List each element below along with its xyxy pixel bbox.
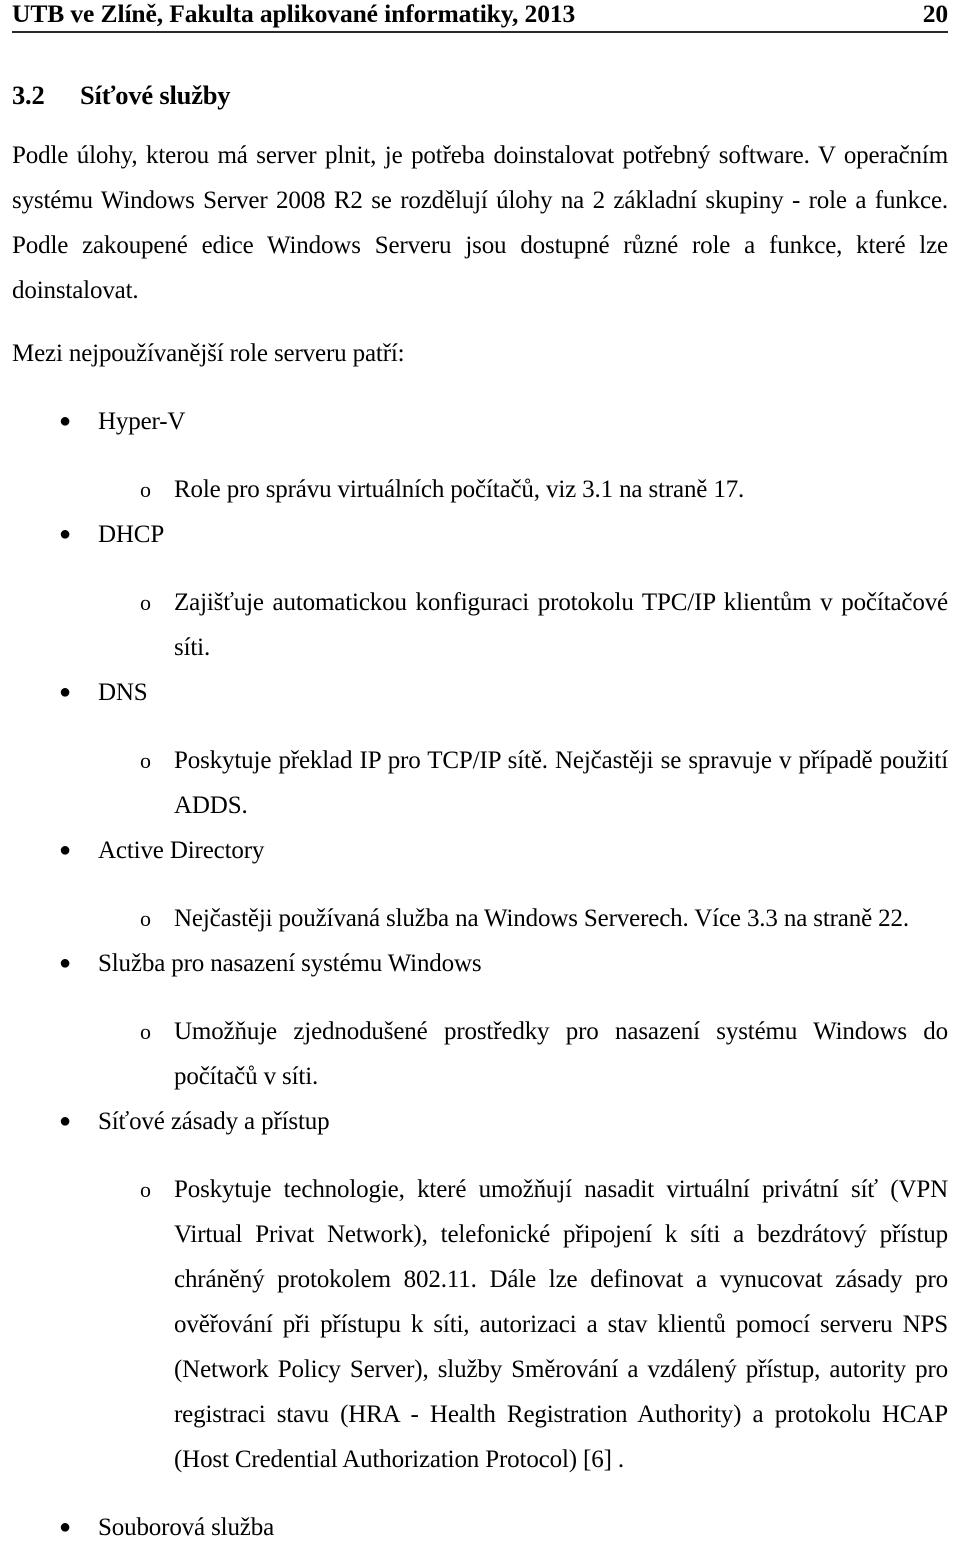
section-title: Síťové služby <box>80 79 231 110</box>
list-item-label: Active Directory <box>98 836 265 864</box>
bullet-icon: ● <box>59 522 71 545</box>
list-item: ● Active Directory <box>12 828 948 873</box>
lead-in-text: Mezi nejpoužívanější role serveru patří: <box>12 339 405 367</box>
running-header: UTB ve Zlíně, Fakulta aplikované informa… <box>12 0 948 28</box>
page-number: 20 <box>922 0 948 28</box>
bullet-icon: ● <box>59 838 71 861</box>
list-item-label: Souborová služba <box>98 1513 275 1541</box>
list-item: o Zajišťuje automatickou konfiguraci pro… <box>12 580 948 670</box>
circle-bullet-icon: o <box>140 1018 151 1044</box>
document-page: UTB ve Zlíně, Fakulta aplikované informa… <box>0 0 960 1541</box>
bullet-icon: ● <box>59 1109 71 1132</box>
circle-bullet-icon: o <box>140 905 151 931</box>
list-item: ● DNS <box>12 670 948 715</box>
list-item: o Role pro správu virtuálních počítačů, … <box>12 467 948 512</box>
list-item: ● Služba pro nasazení systému Windows <box>12 941 948 986</box>
header-divider <box>12 30 948 33</box>
list-item: ● Hyper-V <box>12 399 948 444</box>
list-item: o Umožňuje zjednodušené prostředky pro n… <box>12 1009 948 1099</box>
intro-paragraph: Podle úlohy, kterou má server plnit, je … <box>12 141 948 304</box>
page-title: 3.2 Síťové služby <box>12 80 948 111</box>
list-item-detail: Zajišťuje automatickou konfiguraci proto… <box>174 588 948 661</box>
circle-bullet-icon: o <box>140 747 151 773</box>
list-item-label: Síťové zásady a přístup <box>98 1107 330 1135</box>
list-item: ● DHCP <box>12 512 948 557</box>
list-item-label: Hyper-V <box>98 407 186 435</box>
list-item: ● Síťové zásady a přístup <box>12 1099 948 1144</box>
bullet-icon: ● <box>59 409 71 432</box>
list-item-detail: Nejčastěji používaná služba na Windows S… <box>174 904 909 932</box>
list-item-detail: Role pro správu virtuálních počítačů, vi… <box>174 475 745 503</box>
list-item: o Poskytuje překlad IP pro TCP/IP sítě. … <box>12 738 948 828</box>
circle-bullet-icon: o <box>140 1176 151 1202</box>
list-item: o Poskytuje technologie, které umožňují … <box>12 1167 948 1482</box>
header-title: UTB ve Zlíně, Fakulta aplikované informa… <box>12 0 576 28</box>
list-item: ● Souborová služba <box>12 1505 948 1550</box>
circle-bullet-icon: o <box>140 589 151 615</box>
list-item-detail: Poskytuje technologie, které umožňují na… <box>174 1175 948 1473</box>
list-item-label: DNS <box>98 678 148 706</box>
bullet-icon: ● <box>59 951 71 974</box>
circle-bullet-icon: o <box>140 476 151 502</box>
section-number: 3.2 <box>12 79 45 110</box>
list-item-detail: Umožňuje zjednodušené prostředky pro nas… <box>174 1017 948 1090</box>
list-item-label: Služba pro nasazení systému Windows <box>98 949 482 977</box>
list-item-detail: Poskytuje překlad IP pro TCP/IP sítě. Ne… <box>174 746 948 819</box>
bullet-icon: ● <box>59 1515 71 1538</box>
list-item: o Nejčastěji používaná služba na Windows… <box>12 896 948 941</box>
bullet-icon: ● <box>59 680 71 703</box>
list-item-label: DHCP <box>98 520 165 548</box>
